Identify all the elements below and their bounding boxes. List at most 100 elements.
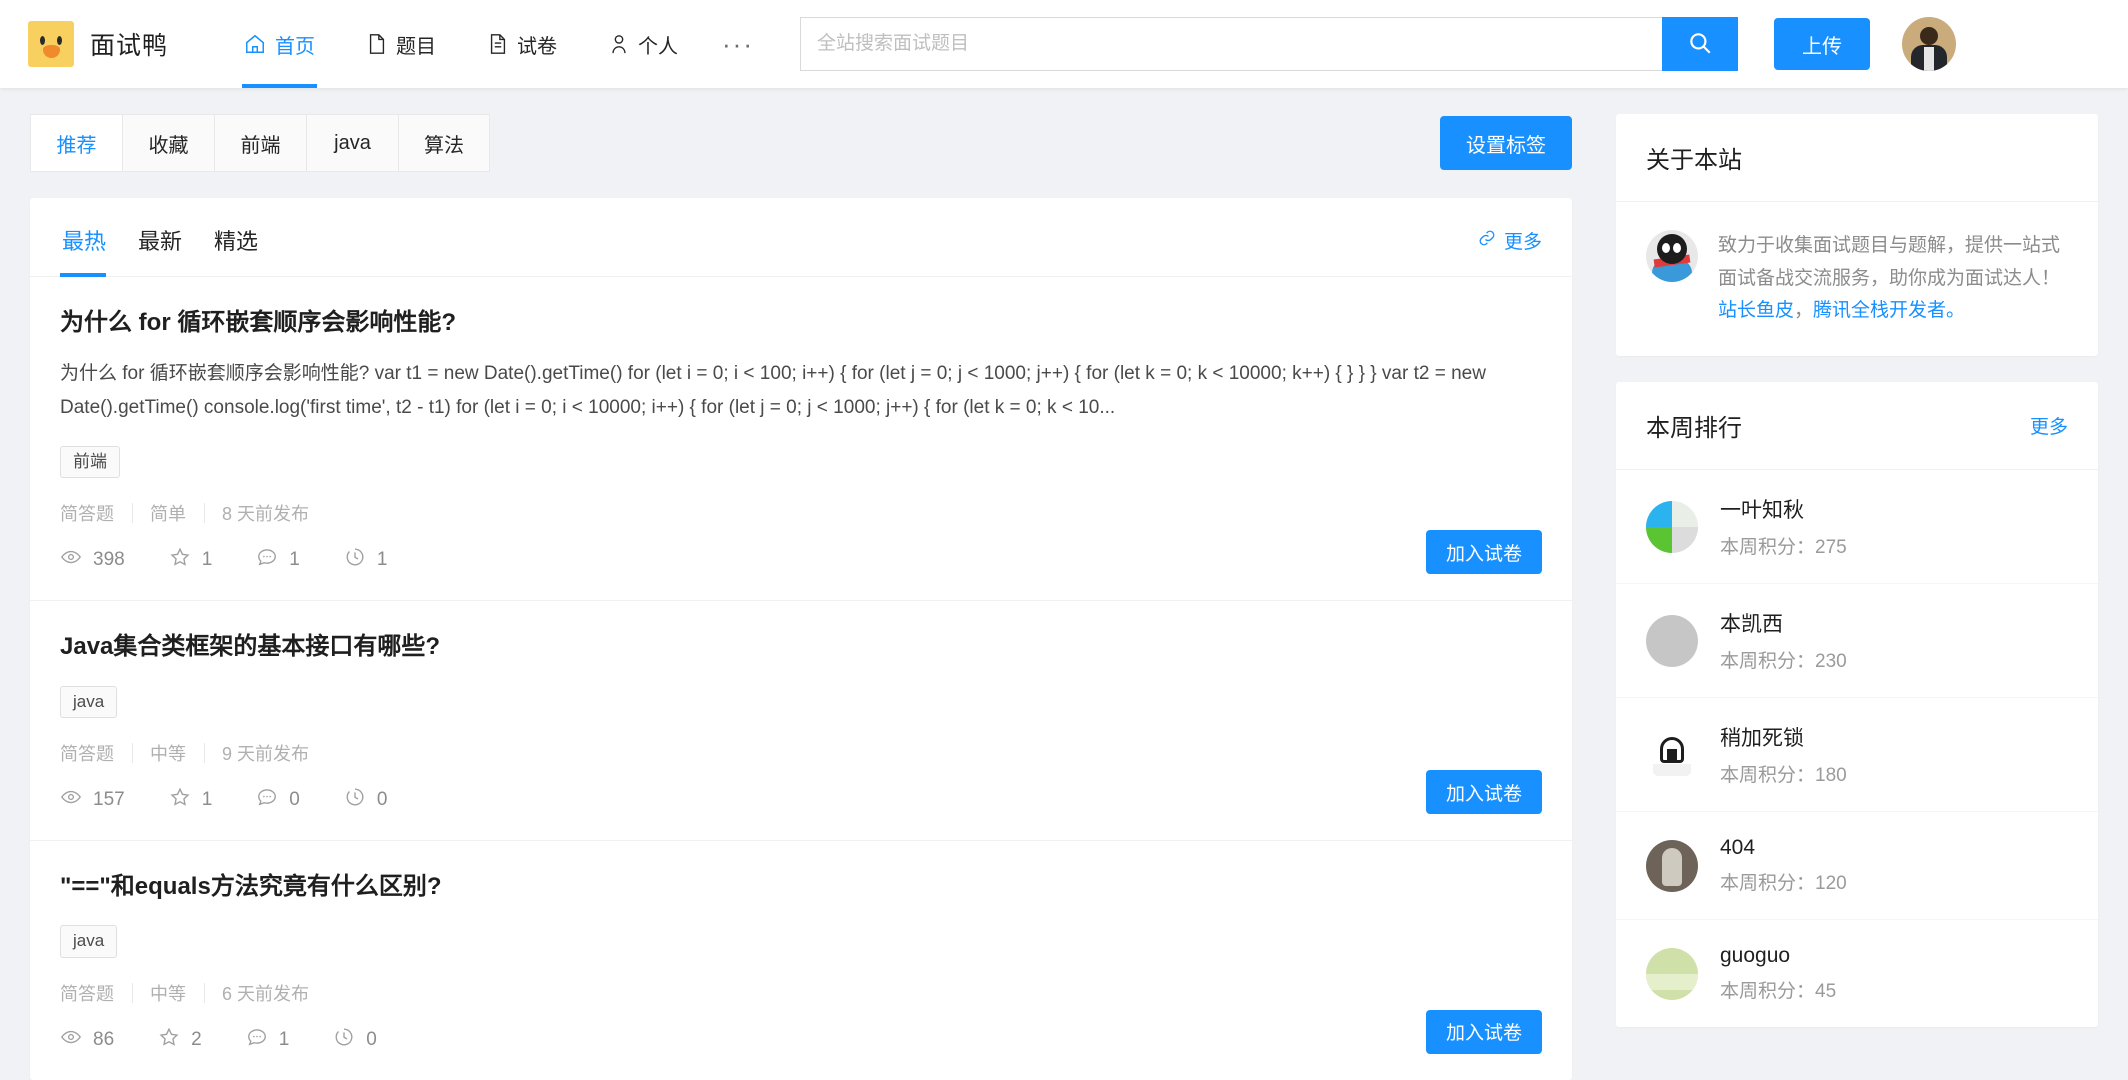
rank-info: 404 本周积分：120	[1720, 836, 1847, 895]
views-count: 157	[93, 789, 125, 811]
nav-label: 首页	[275, 35, 316, 58]
weekly-ranking-header: 本周排行 更多	[1616, 382, 2098, 471]
more-link[interactable]: 更多	[1478, 224, 1542, 254]
score-label: 本周积分：	[1720, 765, 1816, 787]
stat-history[interactable]: 1	[344, 546, 388, 574]
tag-list: 推荐 收藏 前端 java 算法	[30, 114, 490, 172]
avatar	[1646, 947, 1698, 1000]
stars-count: 2	[191, 1028, 202, 1050]
set-tags-button[interactable]: 设置标签	[1440, 116, 1572, 170]
stat-stars[interactable]: 2	[158, 1026, 202, 1054]
nav-more-button[interactable]: ···	[704, 0, 772, 88]
search-button[interactable]	[1662, 17, 1738, 71]
rank-info: 本凯西 本周积分：230	[1720, 608, 1847, 673]
add-to-paper-button[interactable]: 加入试卷	[1425, 770, 1542, 815]
question-meta: 简答题 中等 6 天前发布	[60, 980, 1542, 1006]
brand[interactable]: 面试鸭	[28, 21, 168, 67]
question-meta: 简答题 简单 8 天前发布	[60, 500, 1542, 526]
nav-item-personal[interactable]: 个人	[583, 0, 704, 88]
tag-chip-frontend[interactable]: 前端	[214, 114, 306, 172]
rank-info: 稍加死锁 本周积分：180	[1720, 722, 1847, 787]
eye-icon	[60, 1026, 82, 1054]
question-difficulty: 简单	[132, 500, 204, 526]
add-to-paper-button[interactable]: 加入试卷	[1425, 530, 1542, 575]
nav-label: 题目	[396, 35, 437, 58]
question-title: Java集合类框架的基本接口有哪些?	[60, 633, 441, 661]
list-item[interactable]: guoguo 本周积分：45	[1616, 920, 2098, 1027]
add-to-paper-button[interactable]: 加入试卷	[1425, 1009, 1542, 1054]
question-item[interactable]: Java集合类框架的基本接口有哪些? java 简答题 中等 9 天前发布 15…	[30, 601, 1572, 842]
question-meta: 简答题 中等 9 天前发布	[60, 740, 1542, 766]
tab-hottest[interactable]: 最热	[60, 224, 122, 277]
question-tag[interactable]: 前端	[60, 445, 120, 479]
stat-comments[interactable]: 1	[256, 546, 300, 574]
question-stats: 398 1 1 1	[60, 546, 1542, 574]
stat-stars[interactable]: 1	[169, 546, 213, 574]
tab-featured[interactable]: 精选	[198, 224, 274, 276]
stat-comments[interactable]: 1	[246, 1026, 290, 1054]
list-tabs-row: 最热 最新 精选 更多	[30, 198, 1572, 277]
rank-info: 一叶知秋 本周积分：275	[1720, 494, 1847, 559]
question-type: 简答题	[60, 983, 114, 1004]
nav-item-home[interactable]: 首页	[218, 0, 341, 88]
question-item[interactable]: 为什么 for 循环嵌套顺序会影响性能? 为什么 for 循环嵌套顺序会影响性能…	[30, 277, 1572, 602]
stat-views: 157	[60, 786, 125, 814]
file-icon	[367, 33, 387, 55]
tag-chip-java[interactable]: java	[306, 114, 398, 172]
rank-user-name: guoguo	[1720, 944, 1791, 968]
avatar[interactable]	[1902, 17, 1956, 71]
about-text-body: 致力于收集面试题目与题解，提供一站式面试备战交流服务，助你成为面试达人！	[1718, 235, 2061, 289]
question-description: 为什么 for 循环嵌套顺序会影响性能? var t1 = new Date()…	[60, 363, 1486, 418]
weekly-ranking-more-link[interactable]: 更多	[2030, 412, 2068, 439]
more-link-label: 更多	[1503, 232, 1542, 253]
nav-item-questions[interactable]: 题目	[341, 0, 462, 88]
question-published: 9 天前发布	[204, 740, 327, 766]
score-label: 本周积分：	[1720, 981, 1816, 1003]
about-separator: ，	[1794, 300, 1814, 322]
stat-views: 86	[60, 1026, 114, 1054]
tag-chip-recommend[interactable]: 推荐	[30, 114, 122, 172]
stat-history[interactable]: 0	[333, 1026, 377, 1054]
question-tags: java	[60, 925, 1542, 958]
history-count: 1	[376, 549, 388, 571]
site-owner-role-link[interactable]: 腾讯全栈开发者。	[1813, 300, 1965, 321]
stat-stars[interactable]: 1	[169, 786, 212, 814]
search-input[interactable]	[800, 17, 1662, 71]
question-list-card: 最热 最新 精选 更多 为什么 for 循环嵌套顺序会影响性能? 为什么 for…	[30, 198, 1572, 1080]
score-value: 230	[1815, 651, 1847, 673]
list-item[interactable]: 本凯西 本周积分：230	[1616, 584, 2098, 699]
main-nav: 首页 题目 试卷 个人 ···	[218, 0, 772, 88]
list-item[interactable]: 一叶知秋 本周积分：275	[1616, 470, 2098, 585]
tag-chip-favorites[interactable]: 收藏	[122, 114, 214, 172]
history-count: 0	[366, 1028, 377, 1050]
history-icon	[333, 1026, 355, 1054]
list-item[interactable]: 稍加死锁 本周积分：180	[1616, 698, 2098, 813]
upload-button[interactable]: 上传	[1774, 18, 1870, 70]
stat-history[interactable]: 0	[344, 786, 387, 814]
duck-icon	[28, 21, 74, 67]
question-item[interactable]: "=="和equals方法究竟有什么区别? java 简答题 中等 6 天前发布	[30, 841, 1572, 1080]
nav-label: 个人	[638, 35, 679, 58]
history-icon	[344, 786, 366, 814]
tag-chip-algorithm[interactable]: 算法	[398, 114, 490, 172]
rank-user-name: 本凯西	[1720, 613, 1783, 637]
list-item[interactable]: 404 本周积分：120	[1616, 812, 2098, 921]
qq-penguin-icon	[1646, 230, 1698, 282]
comments-count: 1	[278, 1028, 290, 1050]
score-value: 180	[1815, 765, 1847, 787]
score-label: 本周积分：	[1720, 651, 1816, 673]
question-tag[interactable]: java	[60, 925, 118, 958]
eye-icon	[60, 786, 82, 814]
page-body: 推荐 收藏 前端 java 算法 设置标签 最热 最新 精选 更多 为什么 fo…	[0, 88, 2128, 1080]
nav-item-papers[interactable]: 试卷	[462, 0, 583, 88]
site-owner-link[interactable]: 站长鱼皮	[1718, 300, 1794, 321]
stat-comments[interactable]: 0	[256, 786, 300, 814]
tab-newest[interactable]: 最新	[122, 224, 198, 276]
main-column: 推荐 收藏 前端 java 算法 设置标签 最热 最新 精选 更多 为什么 fo…	[30, 114, 1572, 1080]
question-tag[interactable]: java	[60, 685, 118, 719]
document-icon	[488, 33, 508, 55]
views-count: 86	[93, 1028, 115, 1050]
rank-user-score: 本周积分：180	[1720, 760, 1847, 787]
stars-count: 1	[201, 549, 213, 571]
brand-name: 面试鸭	[90, 32, 169, 60]
